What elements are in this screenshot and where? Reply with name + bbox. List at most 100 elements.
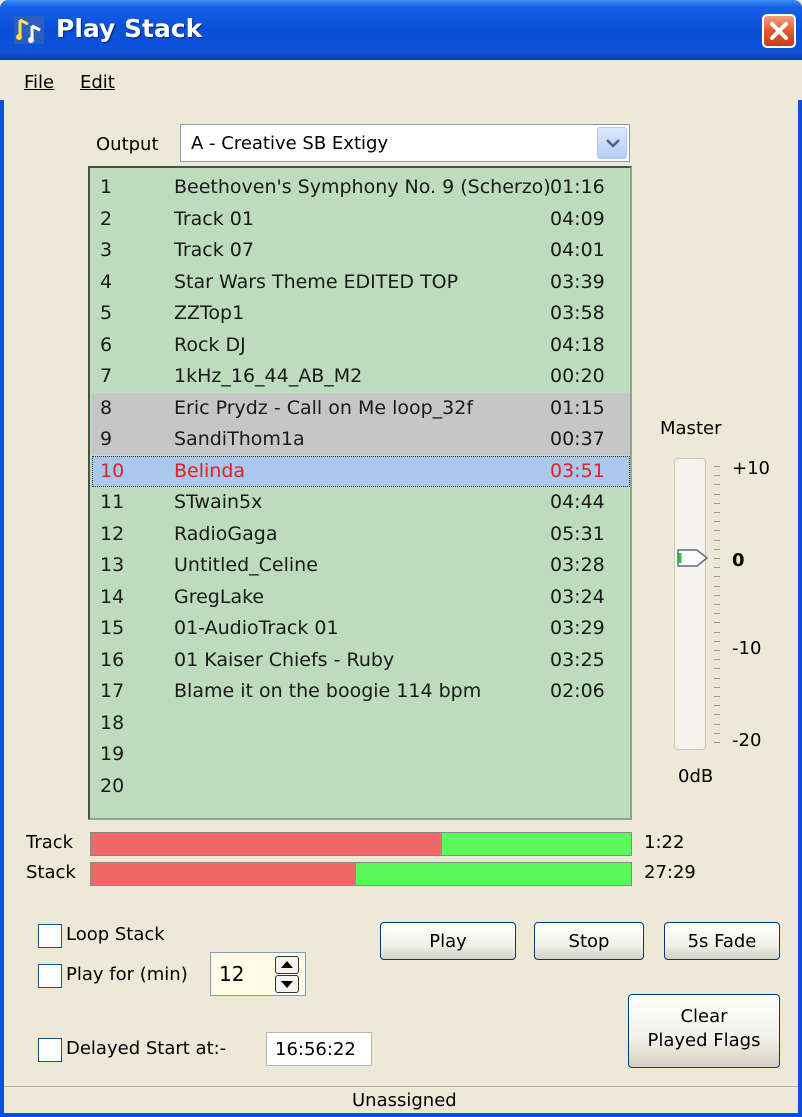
track-row[interactable]: 3 Track 07 04:01 bbox=[92, 235, 630, 266]
play-for-checkbox[interactable] bbox=[38, 964, 62, 988]
close-button[interactable] bbox=[762, 14, 796, 48]
fader-tick bbox=[714, 521, 720, 523]
track-row[interactable]: 10 Belinda 03:51 bbox=[92, 455, 630, 487]
track-title: Track 07 bbox=[174, 239, 254, 261]
track-duration: 00:37 bbox=[550, 428, 605, 450]
track-row[interactable]: 4 Star Wars Theme EDITED TOP 03:39 bbox=[92, 267, 630, 298]
track-title: Track 01 bbox=[174, 207, 254, 230]
fader-tick bbox=[714, 493, 720, 495]
track-row[interactable]: 7 1kHz_16_44_AB_M2 00:20 bbox=[92, 361, 630, 392]
fader-tick bbox=[714, 640, 720, 642]
track-title: RadioGaga bbox=[174, 522, 278, 545]
fader-tick bbox=[714, 742, 720, 743]
track-row[interactable]: 16 01 Kaiser Chiefs - Ruby 03:25 bbox=[92, 645, 630, 676]
track-number: 11 bbox=[100, 491, 125, 513]
track-row[interactable]: 15 01-AudioTrack 01 03:29 bbox=[92, 613, 630, 644]
stepper-down-button[interactable] bbox=[275, 975, 299, 993]
master-fader-handle[interactable] bbox=[677, 547, 711, 569]
track-title: Beethoven's Symphony No. 9 (Scherzo) bbox=[174, 176, 550, 198]
track-row[interactable]: 2 Track 01 04:09 bbox=[92, 204, 630, 235]
track-title: 1kHz_16_44_AB_M2 bbox=[174, 365, 363, 387]
menu-file[interactable]: File bbox=[24, 72, 54, 93]
output-label: Output bbox=[96, 134, 159, 155]
track-duration: 03:24 bbox=[550, 585, 605, 608]
play-button[interactable]: Play bbox=[380, 922, 516, 960]
music-notes-icon bbox=[14, 16, 44, 44]
stepper-up-button[interactable] bbox=[275, 956, 299, 974]
play-for-label: Play for (min) bbox=[66, 964, 188, 985]
fader-tick bbox=[714, 530, 720, 532]
track-row[interactable]: 5 ZZTop1 03:58 bbox=[92, 298, 630, 329]
track-row[interactable]: 14 GregLake 03:24 bbox=[92, 582, 630, 613]
play-for-minutes-stepper[interactable]: 12 bbox=[210, 952, 306, 996]
track-row[interactable]: 1 Beethoven's Symphony No. 9 (Scherzo) 01:… bbox=[92, 172, 630, 203]
track-number: 14 bbox=[100, 585, 125, 608]
track-row[interactable]: 19 bbox=[92, 739, 630, 770]
clear-played-flags-button[interactable]: Clear Played Flags bbox=[628, 994, 780, 1068]
track-row[interactable]: 8 Eric Prydz - Call on Me loop_32f 01:15 bbox=[92, 392, 630, 424]
fader-tick bbox=[714, 512, 720, 513]
fade-button-label: 5s Fade bbox=[687, 931, 757, 952]
fader-tick bbox=[714, 686, 720, 688]
stack-progress-fill bbox=[91, 863, 356, 885]
fader-tick bbox=[714, 475, 720, 477]
fader-tick bbox=[714, 723, 720, 725]
master-readout: 0dB bbox=[678, 766, 714, 787]
track-row[interactable]: 17 Blame it on the boogie 114 bpm 02:06 bbox=[92, 676, 630, 707]
play-button-label: Play bbox=[429, 931, 467, 952]
track-title: SandiThom1a bbox=[174, 428, 305, 450]
menu-edit[interactable]: Edit bbox=[80, 72, 115, 93]
track-number: 16 bbox=[100, 648, 125, 671]
track-number: 6 bbox=[100, 333, 113, 356]
fader-tick bbox=[714, 558, 720, 559]
track-row[interactable]: 20 bbox=[92, 771, 630, 802]
play-for-minutes-value: 12 bbox=[219, 962, 245, 986]
fader-tick bbox=[714, 484, 720, 486]
track-number: 19 bbox=[100, 743, 125, 765]
track-row[interactable]: 6 Rock DJ 04:18 bbox=[92, 330, 630, 361]
fader-tick bbox=[714, 650, 720, 651]
fade-button[interactable]: 5s Fade bbox=[664, 922, 780, 960]
track-title: 01-AudioTrack 01 bbox=[174, 617, 339, 639]
track-duration: 00:20 bbox=[550, 365, 605, 387]
track-row[interactable]: 18 bbox=[92, 708, 630, 739]
title-bar[interactable]: Play Stack bbox=[0, 0, 802, 60]
track-list[interactable]: 1 Beethoven's Symphony No. 9 (Scherzo) 01:… bbox=[88, 166, 632, 820]
track-duration: 04:18 bbox=[550, 333, 605, 356]
output-dropdown[interactable]: A - Creative SB Extigy bbox=[180, 124, 630, 162]
fader-tick bbox=[714, 576, 720, 578]
window-border bbox=[798, 60, 802, 1117]
loop-stack-checkbox[interactable] bbox=[38, 924, 62, 948]
track-row[interactable]: 9 SandiThom1a 00:37 bbox=[92, 424, 630, 455]
delayed-start-label: Delayed Start at:- bbox=[66, 1038, 227, 1059]
window-border bbox=[0, 60, 4, 1117]
status-bar: Unassigned bbox=[4, 1086, 798, 1113]
track-number: 18 bbox=[100, 711, 125, 734]
window-title: Play Stack bbox=[56, 14, 203, 43]
track-progress-bar bbox=[90, 832, 632, 856]
dropdown-button[interactable] bbox=[597, 127, 627, 159]
track-duration: 04:01 bbox=[550, 239, 605, 261]
track-number: 5 bbox=[100, 302, 113, 324]
stop-button[interactable]: Stop bbox=[534, 922, 644, 960]
delayed-start-time-input[interactable]: 16:56:22 bbox=[266, 1032, 372, 1066]
fader-tick bbox=[714, 585, 720, 587]
track-duration: 01:15 bbox=[550, 396, 605, 419]
master-fader-track[interactable] bbox=[674, 458, 706, 750]
track-title: Star Wars Theme EDITED TOP bbox=[174, 270, 459, 293]
delayed-start-checkbox[interactable] bbox=[38, 1038, 62, 1062]
track-row[interactable]: 12 RadioGaga 05:31 bbox=[92, 519, 630, 550]
track-title: Eric Prydz - Call on Me loop_32f bbox=[174, 396, 474, 419]
stack-progress-bar bbox=[90, 862, 632, 886]
track-duration: 01:16 bbox=[550, 176, 605, 198]
stop-button-label: Stop bbox=[568, 931, 610, 952]
track-number: 9 bbox=[100, 428, 113, 450]
track-row[interactable]: 13 Untitled_Celine 03:28 bbox=[92, 550, 630, 581]
fader-tick bbox=[714, 604, 720, 605]
track-duration: 03:28 bbox=[550, 554, 605, 576]
arrow-down-icon bbox=[281, 981, 293, 988]
track-row[interactable]: 11 STwain5x 04:44 bbox=[92, 487, 630, 518]
track-title: ZZTop1 bbox=[174, 302, 245, 324]
track-duration: 03:51 bbox=[550, 459, 605, 482]
track-number: 4 bbox=[100, 270, 113, 293]
